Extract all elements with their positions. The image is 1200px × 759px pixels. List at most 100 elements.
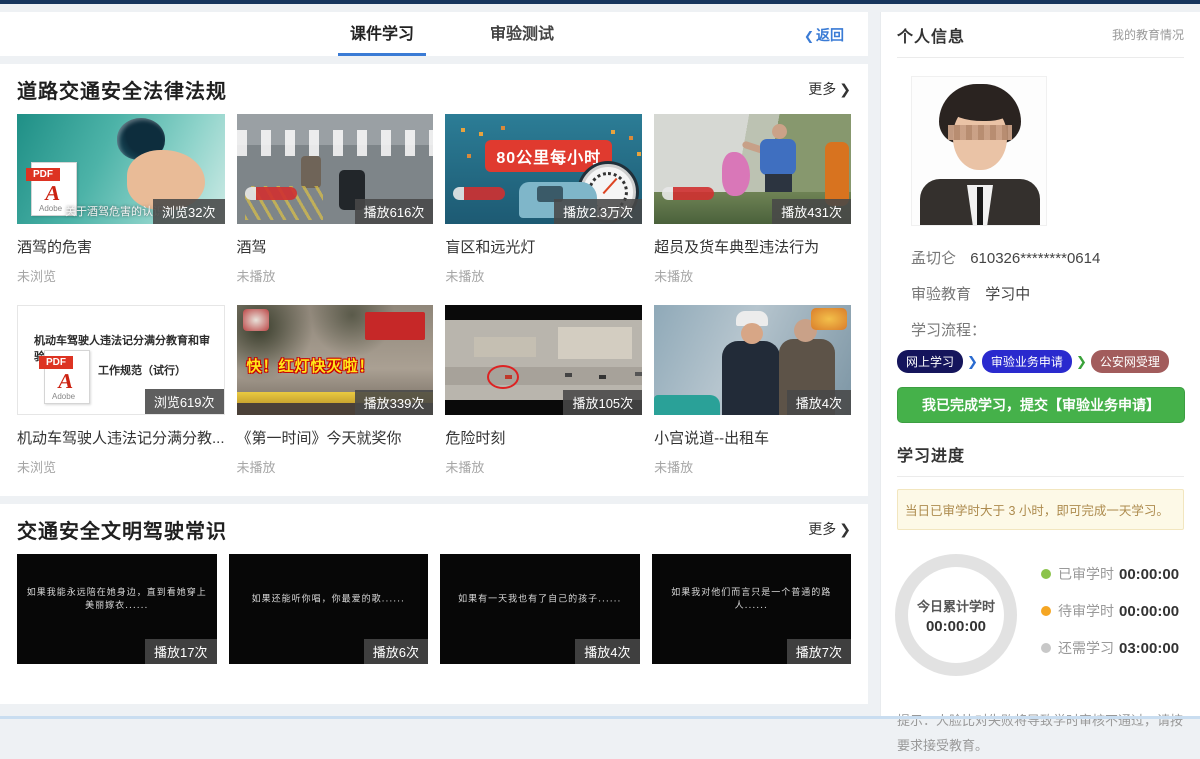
video-card[interactable]: 如果有一天我也有了自己的孩子...... 播放4次 [440, 554, 640, 664]
section-title: 交通安全文明驾驶常识 [17, 515, 227, 544]
back-link[interactable]: ❮返回 [804, 25, 844, 45]
top-window-bar [0, 0, 1200, 4]
video-status: 未浏览 [17, 266, 225, 285]
video-thumbnail[interactable]: 如果有一天我也有了自己的孩子...... 播放4次 [440, 554, 640, 664]
ring-label: 今日累计学时 [917, 596, 995, 615]
play-count-badge: 播放431次 [772, 199, 851, 224]
quote-overlay-text: 如果还能听你唱，你最爱的歌...... [237, 592, 421, 605]
ring-value: 00:00:00 [926, 618, 986, 635]
video-status: 未播放 [445, 457, 642, 476]
main-column: 课件学习 审验测试 ❮返回 道路交通安全法律法规 更多❯ PDF A Adobe [0, 12, 868, 704]
play-count-badge: 播放4次 [787, 390, 851, 415]
subtitle-overlay-text: 快！红灯快灭啦！ [247, 355, 375, 376]
chevron-left-icon: ❮ [804, 29, 814, 43]
video-status: 未播放 [654, 457, 851, 476]
gray-dot-icon [1041, 643, 1051, 653]
video-card[interactable]: 80公里每小时 播放2.3万次 盲区和远光灯 未播放 [445, 114, 642, 285]
play-count-badge: 播放105次 [563, 390, 642, 415]
video-card[interactable]: 播放616次 酒驾 未播放 [237, 114, 434, 285]
video-thumbnail[interactable]: PDF A Adobe 关于酒驾危害的认识 浏览32次 [17, 114, 225, 224]
play-count-badge: 播放4次 [575, 639, 639, 664]
video-thumbnail[interactable]: 机动车驾驶人违法记分满分教育和审验教育 工作规范（试行） PDF A Adobe… [17, 305, 225, 415]
submit-review-application-button[interactable]: 我已完成学习，提交【审验业务申请】 [897, 387, 1185, 423]
video-card[interactable]: 播放4次 小宫说道--出租车 未播放 [654, 305, 851, 476]
video-card[interactable]: 快！红灯快灭啦！ 播放339次 《第一时间》今天就奖你 未播放 [237, 305, 434, 476]
video-thumbnail[interactable]: 如果还能听你唱，你最爱的歌...... 播放6次 [229, 554, 429, 664]
video-title[interactable]: 酒驾的危害 [17, 236, 225, 257]
name-id-row: 孟切仑 610326********0614 [911, 247, 1184, 268]
video-card[interactable]: PDF A Adobe 关于酒驾危害的认识 浏览32次 酒驾的危害 未浏览 [17, 114, 225, 285]
personal-info-sidebar: 个人信息 我的教育情况 孟切仑 610326********0614 审验教育 … [880, 12, 1200, 719]
channel-logo-icon [245, 187, 297, 200]
video-card[interactable]: 如果我能永远陪在她身边，直到看她穿上美丽嫁衣...... 播放17次 [17, 554, 217, 664]
person-torso-graphic [760, 139, 796, 175]
education-status-row: 审验教育 学习中 [911, 283, 1184, 304]
video-thumbnail[interactable]: 如果我能永远陪在她身边，直到看她穿上美丽嫁衣...... 播放17次 [17, 554, 217, 664]
legend-label: 还需学习 [1058, 638, 1114, 658]
video-thumbnail[interactable]: 如果我对他们而言只是一个普通的路人...... 播放7次 [652, 554, 852, 664]
taxi-graphic [654, 395, 720, 415]
video-thumbnail[interactable]: 播放4次 [654, 305, 851, 415]
pdf-label: PDF [39, 356, 73, 369]
video-title[interactable]: 酒驾 [237, 236, 434, 257]
tv-station-logo-icon [811, 308, 847, 330]
chevron-right-icon: ❯ [839, 81, 851, 97]
flow-step-police-acceptance: 公安网受理 [1091, 350, 1169, 373]
video-title[interactable]: 《第一时间》今天就奖你 [237, 427, 434, 448]
section-title: 道路交通安全法律法规 [17, 75, 227, 104]
video-card[interactable]: 如果还能听你唱，你最爱的歌...... 播放6次 [229, 554, 429, 664]
tab-review-test[interactable]: 审验测试 [478, 20, 566, 56]
play-count-badge: 播放2.3万次 [554, 199, 642, 224]
photo-pixelation-graphic [948, 125, 1012, 140]
tv-station-logo-icon [243, 309, 269, 331]
legend-label: 已审学时 [1058, 564, 1114, 584]
quote-overlay-text: 如果我对他们而言只是一个普通的路人...... [660, 585, 844, 611]
video-title[interactable]: 盲区和远光灯 [445, 236, 642, 257]
video-thumbnail[interactable]: 80公里每小时 播放2.3万次 [445, 114, 642, 224]
video-card[interactable]: 播放431次 超员及货车典型违法行为 未播放 [654, 114, 851, 285]
crosswalk-graphic [237, 130, 434, 156]
video-card[interactable]: 机动车驾驶人违法记分满分教育和审验教育 工作规范（试行） PDF A Adobe… [17, 305, 225, 476]
traffic-graphic [565, 373, 572, 377]
video-thumbnail[interactable]: 快！红灯快灭啦！ 播放339次 [237, 305, 434, 415]
daily-total-ring: 今日累计学时 00:00:00 [895, 554, 1017, 676]
chevron-right-icon: ❯ [1076, 354, 1087, 370]
video-thumbnail[interactable]: 播放616次 [237, 114, 434, 224]
channel-logo-icon [453, 187, 505, 200]
video-card[interactable]: 播放105次 危险时刻 未播放 [445, 305, 642, 476]
worker-graphic [825, 142, 849, 206]
card-grid: 如果我能永远陪在她身边，直到看她穿上美丽嫁衣...... 播放17次 如果还能听… [17, 554, 851, 684]
view-count-badge: 浏览619次 [145, 389, 224, 414]
play-count-badge: 播放339次 [355, 390, 434, 415]
legend-value: 03:00:00 [1119, 640, 1179, 657]
video-thumbnail[interactable]: 播放105次 [445, 305, 642, 415]
play-count-badge: 播放616次 [355, 199, 434, 224]
video-title[interactable]: 机动车驾驶人违法记分满分教... [17, 427, 225, 448]
video-title[interactable]: 超员及货车典型违法行为 [654, 236, 851, 257]
video-title[interactable]: 危险时刻 [445, 427, 642, 448]
my-education-link[interactable]: 我的教育情况 [1112, 26, 1184, 43]
document-subtitle-text: 工作规范（试行） [98, 362, 186, 378]
daily-hours-notice: 当日已审学时大于 3 小时，即可完成一天学习。 [897, 489, 1184, 530]
video-card[interactable]: 如果我对他们而言只是一个普通的路人...... 播放7次 [652, 554, 852, 664]
legend-row-remaining: 还需学习 03:00:00 [1041, 638, 1179, 658]
pink-object-graphic [722, 152, 750, 196]
legend-value: 00:00:00 [1119, 603, 1179, 620]
tab-courseware-learning[interactable]: 课件学习 [338, 20, 426, 56]
letterbox-bar [445, 305, 642, 320]
legend-label: 待审学时 [1058, 601, 1114, 621]
more-link[interactable]: 更多❯ [808, 79, 851, 99]
progress-title: 学习进度 [897, 442, 965, 466]
city-lights-graphic [461, 128, 465, 132]
video-title[interactable]: 小宫说道--出租车 [654, 427, 851, 448]
photo-tie-graphic [977, 187, 983, 225]
legend-value: 00:00:00 [1119, 566, 1179, 583]
red-sign-graphic [365, 312, 425, 340]
more-link[interactable]: 更多❯ [808, 519, 851, 539]
flow-step-review-application: 审验业务申请 [982, 350, 1072, 373]
user-id-number: 610326********0614 [970, 250, 1100, 267]
legend-row-reviewed: 已审学时 00:00:00 [1041, 564, 1179, 584]
chevron-right-icon: ❯ [967, 354, 978, 370]
police-face-graphic [741, 323, 763, 344]
video-thumbnail[interactable]: 播放431次 [654, 114, 851, 224]
